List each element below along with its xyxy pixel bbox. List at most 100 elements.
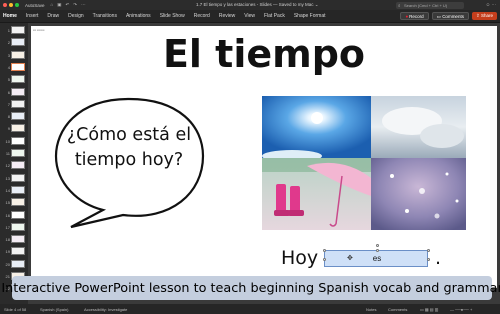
snowy-photo (371, 158, 466, 230)
status-comments-button[interactable]: Comments (388, 307, 407, 312)
thumbnail-number: 9 (7, 126, 10, 132)
slide-thumbnail[interactable] (11, 185, 25, 194)
ribbon-tabs: Home Insert Draw Design Transitions Animation… (3, 13, 326, 19)
search-icon: ⌕ (398, 2, 401, 8)
tab-animations[interactable]: Animations (126, 13, 151, 19)
document-title[interactable]: 1.7 El tiempo y las estaciones - Slides … (196, 2, 319, 8)
home-icon[interactable]: ⌂ (51, 2, 54, 8)
thumbnail-number: 8 (7, 114, 10, 120)
minimize-window-button[interactable] (9, 3, 13, 7)
slide-thumbnail[interactable] (11, 124, 25, 133)
window-controls (3, 3, 19, 7)
slide-canvas: ▪▪▪ ▪▪▪▪▪▪▪ El tiempo ¿Cómo está el tiem… (28, 23, 500, 304)
slide-thumbnail[interactable] (11, 112, 25, 121)
slide-thumbnail[interactable] (11, 38, 25, 47)
slide-thumbnail[interactable] (11, 149, 25, 157)
notes-button[interactable]: Notes (366, 307, 376, 312)
autosave-toggle[interactable]: AutoSave (25, 3, 45, 8)
search-input[interactable]: ⌕ Search (Cmd + Ctrl + U) (396, 1, 464, 9)
move-cursor-icon: ✥ (347, 255, 353, 262)
thumbnail-number: 17 (5, 224, 10, 230)
record-button[interactable]: ●Record (400, 12, 429, 20)
thumbnail-number: 16 (5, 212, 10, 218)
tab-record[interactable]: Record (194, 13, 210, 19)
thumbnail-number: 3 (7, 52, 10, 58)
slide[interactable]: ▪▪▪ ▪▪▪▪▪▪▪ El tiempo ¿Cómo está el tiem… (31, 26, 497, 288)
cloudy-photo (371, 96, 466, 158)
answer-text[interactable]: es (325, 254, 429, 263)
tab-design[interactable]: Design (68, 13, 84, 19)
resize-handle-top-right[interactable] (427, 249, 430, 252)
weather-photo-collage[interactable] (262, 96, 466, 230)
tab-view[interactable]: View (244, 13, 255, 19)
slide-thumbnail[interactable] (11, 259, 25, 268)
thumbnail-number: 4 (7, 64, 10, 70)
thumbnail-number: 7 (7, 101, 10, 107)
tab-insert[interactable]: Insert (26, 13, 39, 19)
slide-thumbnail[interactable] (11, 235, 25, 244)
accessibility-status[interactable]: Accessibility: Investigate (84, 307, 127, 312)
rainy-photo (262, 158, 371, 230)
resize-handle-top-left[interactable] (323, 249, 326, 252)
slide-thumbnail[interactable] (11, 75, 25, 84)
tab-review[interactable]: Review (219, 13, 235, 19)
slide-counter: Slide 4 of 58 (4, 307, 27, 312)
thumbnail-number: 18 (5, 237, 10, 243)
undo-icon[interactable]: ↶ (66, 2, 70, 8)
slide-thumbnail[interactable] (11, 247, 25, 256)
save-icon[interactable]: ▣ (57, 2, 61, 8)
slide-thumbnail[interactable] (11, 173, 25, 182)
close-window-button[interactable] (3, 3, 7, 7)
search-placeholder: Search (Cmd + Ctrl + U) (404, 2, 448, 8)
title-bar: AutoSave ⌂ ▣ ↶ ↷ ⋯ 1.7 El tiempo y las e… (0, 0, 500, 10)
resize-handle-left[interactable] (323, 258, 326, 261)
answer-textbox[interactable]: es ✥ (323, 244, 430, 267)
rotate-handle[interactable] (375, 244, 379, 247)
thumbnail-number: 6 (7, 89, 10, 95)
language-indicator[interactable]: Spanish (Spain) (40, 307, 68, 312)
slide-thumbnail[interactable] (11, 161, 25, 170)
slide-thumbnail[interactable] (11, 210, 25, 219)
slide-thumbnail[interactable] (11, 87, 25, 96)
slide-thumbnail[interactable] (11, 99, 25, 108)
thumbnail-number: 10 (5, 138, 10, 144)
slide-thumbnail[interactable] (11, 222, 25, 231)
thumbnail-number: 12 (5, 163, 10, 169)
comments-button[interactable]: ▭ Comments (431, 12, 469, 20)
ribbon: Home Insert Draw Design Transitions Animation… (0, 10, 500, 23)
slide-thumbnail[interactable] (11, 62, 25, 71)
thumbnail-number: 11 (5, 151, 10, 156)
caption-banner: Interactive PowerPoint lesson to teach b… (1, 276, 500, 300)
slide-thumbnail[interactable] (11, 26, 25, 34)
zoom-window-button[interactable] (15, 3, 19, 7)
thumbnail-number: 21 (5, 274, 10, 279)
tab-slide-show[interactable]: Slide Show (160, 13, 185, 19)
slide-thumbnail[interactable] (11, 136, 25, 145)
tab-flat-pack[interactable]: Flat Pack (264, 13, 285, 19)
view-icons[interactable]: ▭ ▦ ▤ ▥ (420, 307, 438, 312)
thumbnail-number: 1 (7, 28, 10, 33)
thumbnail-number: 20 (5, 261, 10, 267)
resize-handle-right[interactable] (427, 258, 430, 261)
period-text: . (435, 247, 442, 269)
status-bar: Slide 4 of 58 Spanish (Spain) Accessibil… (0, 304, 500, 314)
share-button[interactable]: ⇪ Share (471, 12, 497, 20)
slide-thumbnail[interactable] (11, 198, 25, 207)
redo-icon[interactable]: ↷ (73, 2, 77, 8)
resize-handle-top[interactable] (375, 249, 379, 252)
tab-transitions[interactable]: Transitions (93, 13, 117, 19)
tab-draw[interactable]: Draw (47, 13, 59, 19)
thumbnail-number: 15 (5, 200, 10, 206)
zoom-slider[interactable]: — ──●── + (450, 307, 472, 312)
thumbnail-number: 14 (5, 187, 10, 193)
thumbnail-number: 5 (7, 77, 10, 83)
account-icon[interactable]: ☺ ⋯ (486, 2, 496, 8)
speech-bubble-text[interactable]: ¿Cómo está el tiempo hoy? (63, 123, 195, 173)
tab-home[interactable]: Home (3, 13, 17, 19)
thumbnail-number: 19 (5, 249, 10, 255)
more-icon[interactable]: ⋯ (81, 2, 86, 8)
slide-thumbnail[interactable] (11, 50, 25, 59)
slide-thumbnail-rail[interactable]: 1 2 3 4 5 6 7 8 9 10 11 12 13 14 15 16 17 18 19 20 21 22 (0, 23, 28, 304)
tab-shape-format[interactable]: Shape Format (294, 13, 326, 19)
hoy-label: Hoy (281, 247, 319, 269)
